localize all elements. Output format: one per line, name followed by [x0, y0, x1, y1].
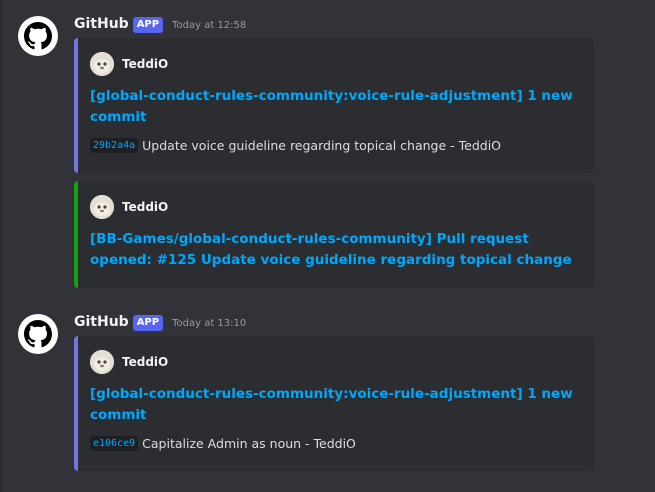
- commit-sha-link[interactable]: e106ce9: [90, 436, 139, 451]
- author-name[interactable]: GitHub: [74, 314, 129, 330]
- commit-message: Capitalize Admin as noun - TeddiO: [142, 436, 356, 451]
- commit-sha-link[interactable]: 29b2a4a: [90, 138, 139, 153]
- message-header: GitHub APP Today at 13:10: [74, 314, 246, 332]
- message-header: GitHub APP Today at 12:58: [74, 16, 246, 34]
- author-name[interactable]: GitHub: [74, 16, 129, 32]
- embed-author-name[interactable]: TeddiO: [122, 200, 168, 214]
- embed-title-link[interactable]: [BB-Games/global-conduct-rules-community…: [90, 229, 580, 271]
- timestamp[interactable]: Today at 13:10: [172, 318, 246, 329]
- user-avatar[interactable]: [90, 52, 114, 76]
- embed-title-link[interactable]: [global-conduct-rules-community:voice-ru…: [90, 86, 580, 128]
- github-avatar-icon[interactable]: [18, 314, 58, 354]
- embed-author: TeddiO: [90, 350, 580, 374]
- app-badge: APP: [132, 315, 164, 331]
- embed-author-name[interactable]: TeddiO: [122, 57, 168, 71]
- commit-message: Update voice guideline regarding topical…: [142, 138, 502, 153]
- app-badge: APP: [132, 17, 164, 33]
- timestamp[interactable]: Today at 12:58: [172, 20, 246, 31]
- commit-line: 29b2a4a Update voice guideline regarding…: [90, 138, 580, 153]
- embed-author: TeddiO: [90, 52, 580, 76]
- github-avatar-icon[interactable]: [18, 16, 58, 56]
- embed-author: TeddiO: [90, 195, 580, 219]
- commit-embed: TeddiO [global-conduct-rules-community:v…: [74, 38, 594, 173]
- embed-title-link[interactable]: [global-conduct-rules-community:voice-ru…: [90, 384, 580, 426]
- channel-edge: [0, 0, 2, 492]
- embed-author-name[interactable]: TeddiO: [122, 355, 168, 369]
- pull-request-embed: TeddiO [BB-Games/global-conduct-rules-co…: [74, 181, 594, 288]
- commit-line: e106ce9 Capitalize Admin as noun - Teddi…: [90, 436, 580, 451]
- user-avatar[interactable]: [90, 350, 114, 374]
- commit-embed: TeddiO [global-conduct-rules-community:v…: [74, 336, 594, 471]
- user-avatar[interactable]: [90, 195, 114, 219]
